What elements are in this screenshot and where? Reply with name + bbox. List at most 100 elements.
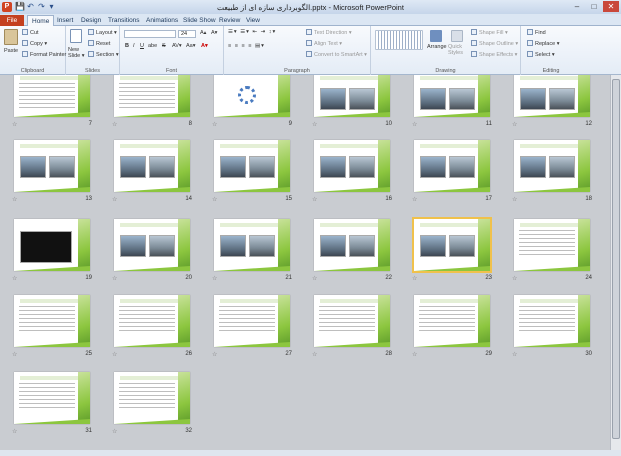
- slide-thumbnail[interactable]: [114, 219, 190, 271]
- maximize-button[interactable]: □: [586, 1, 602, 12]
- slide-transition-icon[interactable]: ☆: [212, 275, 217, 282]
- convert-smartart-button[interactable]: Convert to SmartArt ▾: [306, 51, 367, 58]
- slide-thumbnail[interactable]: [114, 372, 190, 424]
- shadow-button[interactable]: abe: [148, 43, 157, 49]
- tab-view[interactable]: View: [242, 15, 264, 26]
- copy-button[interactable]: Copy ▾: [22, 40, 47, 47]
- slide-thumbnail[interactable]: [314, 295, 390, 347]
- slide-transition-icon[interactable]: ☆: [412, 351, 417, 358]
- quick-styles-button[interactable]: Quick Styles: [448, 44, 468, 56]
- strikethrough-button[interactable]: S: [162, 43, 166, 49]
- shape-fill-button[interactable]: Shape Fill ▾: [471, 29, 508, 36]
- slide-thumbnail[interactable]: [314, 140, 390, 192]
- tab-review[interactable]: Review: [215, 15, 244, 26]
- tab-insert[interactable]: Insert: [53, 15, 77, 26]
- vertical-scrollbar[interactable]: [610, 75, 621, 450]
- tab-animations[interactable]: Animations: [142, 15, 182, 26]
- slide-thumbnail[interactable]: [214, 295, 290, 347]
- slide-thumbnail[interactable]: [314, 219, 390, 271]
- slide-thumbnail[interactable]: [414, 295, 490, 347]
- slide-thumbnail[interactable]: [414, 75, 490, 117]
- slide-transition-icon[interactable]: ☆: [112, 196, 117, 203]
- font-size-select[interactable]: 24: [178, 30, 196, 38]
- grow-font-button[interactable]: A▴: [200, 30, 206, 36]
- scrollbar-thumb[interactable]: [612, 79, 620, 439]
- slide-thumbnail[interactable]: [114, 295, 190, 347]
- slide-transition-icon[interactable]: ☆: [312, 196, 317, 203]
- slide-thumbnail[interactable]: [214, 75, 290, 117]
- slide-transition-icon[interactable]: ☆: [112, 428, 117, 435]
- tab-file[interactable]: File: [0, 15, 24, 26]
- slide-thumbnail[interactable]: [14, 140, 90, 192]
- slide-transition-icon[interactable]: ☆: [112, 275, 117, 282]
- select-button[interactable]: Select ▾: [527, 51, 555, 58]
- paste-button[interactable]: Paste: [4, 48, 18, 54]
- slide-transition-icon[interactable]: ☆: [12, 351, 17, 358]
- minimize-button[interactable]: –: [569, 1, 585, 12]
- find-button[interactable]: Find: [527, 29, 546, 36]
- slide-thumbnail[interactable]: [114, 75, 190, 117]
- layout-button[interactable]: Layout ▾: [88, 29, 117, 36]
- format-painter-button[interactable]: Format Painter: [22, 51, 66, 58]
- change-case-button[interactable]: Aa▾: [186, 43, 196, 49]
- slide-thumbnail[interactable]: [114, 140, 190, 192]
- slide-transition-icon[interactable]: ☆: [512, 121, 517, 128]
- shape-outline-button[interactable]: Shape Outline ▾: [471, 40, 518, 47]
- cut-button[interactable]: Cut: [22, 29, 39, 36]
- slide-thumbnail[interactable]: [14, 295, 90, 347]
- slide-thumbnail[interactable]: [414, 140, 490, 192]
- slide-thumbnail[interactable]: [412, 217, 492, 273]
- shape-effects-button[interactable]: Shape Effects ▾: [471, 51, 517, 58]
- slide-transition-icon[interactable]: ☆: [112, 121, 117, 128]
- list-buttons[interactable]: ☰▾ ☰▾ ⇤ ⇥ ↕▾: [228, 29, 276, 35]
- slide-title: [420, 144, 478, 148]
- slide-thumbnail[interactable]: [514, 295, 590, 347]
- slide-transition-icon[interactable]: ☆: [512, 196, 517, 203]
- slide-transition-icon[interactable]: ☆: [312, 275, 317, 282]
- slide-transition-icon[interactable]: ☆: [212, 351, 217, 358]
- slide-thumbnail[interactable]: [514, 75, 590, 117]
- shapes-gallery[interactable]: [375, 30, 423, 50]
- italic-button[interactable]: I: [133, 43, 135, 49]
- tab-transitions[interactable]: Transitions: [104, 15, 144, 26]
- slide-thumbnail[interactable]: [14, 219, 90, 271]
- slide-transition-icon[interactable]: ☆: [12, 196, 17, 203]
- slide-thumbnail[interactable]: [314, 75, 390, 117]
- slide-transition-icon[interactable]: ☆: [312, 121, 317, 128]
- slide-transition-icon[interactable]: ☆: [12, 121, 17, 128]
- new-slide-button[interactable]: New Slide ▾: [68, 47, 86, 59]
- slide-transition-icon[interactable]: ☆: [412, 275, 417, 282]
- slide-transition-icon[interactable]: ☆: [412, 196, 417, 203]
- arrange-button[interactable]: Arrange: [427, 44, 447, 50]
- slide-transition-icon[interactable]: ☆: [112, 351, 117, 358]
- font-name-select[interactable]: [124, 30, 176, 38]
- slide-thumbnail[interactable]: [14, 372, 90, 424]
- slide-transition-icon[interactable]: ☆: [212, 121, 217, 128]
- close-button[interactable]: ✕: [603, 1, 619, 12]
- char-spacing-button[interactable]: AV▾: [172, 43, 182, 49]
- slide-thumbnail[interactable]: [514, 140, 590, 192]
- slide-transition-icon[interactable]: ☆: [212, 196, 217, 203]
- underline-button[interactable]: U: [140, 43, 144, 49]
- slide-thumbnail[interactable]: [214, 219, 290, 271]
- align-buttons[interactable]: ≡ ≡ ≡ ≡ ▤▾: [228, 43, 265, 49]
- slide-transition-icon[interactable]: ☆: [512, 275, 517, 282]
- slide-transition-icon[interactable]: ☆: [512, 351, 517, 358]
- replace-button[interactable]: Replace ▾: [527, 40, 559, 47]
- slide-transition-icon[interactable]: ☆: [12, 275, 17, 282]
- tab-slide-show[interactable]: Slide Show: [179, 15, 220, 26]
- section-button[interactable]: Section ▾: [88, 51, 119, 58]
- font-color-button[interactable]: A▾: [201, 43, 208, 49]
- bold-button[interactable]: B: [125, 43, 129, 49]
- slide-thumbnail[interactable]: [514, 219, 590, 271]
- tab-design[interactable]: Design: [77, 15, 105, 26]
- slide-thumbnail[interactable]: [14, 75, 90, 117]
- slide-thumbnail[interactable]: [214, 140, 290, 192]
- shrink-font-button[interactable]: A▾: [211, 30, 217, 36]
- slide-transition-icon[interactable]: ☆: [412, 121, 417, 128]
- reset-button[interactable]: Reset: [88, 40, 110, 47]
- slide-transition-icon[interactable]: ☆: [12, 428, 17, 435]
- slide-transition-icon[interactable]: ☆: [312, 351, 317, 358]
- align-text-button[interactable]: Align Text ▾: [306, 40, 342, 47]
- text-direction-button[interactable]: Text Direction ▾: [306, 29, 352, 36]
